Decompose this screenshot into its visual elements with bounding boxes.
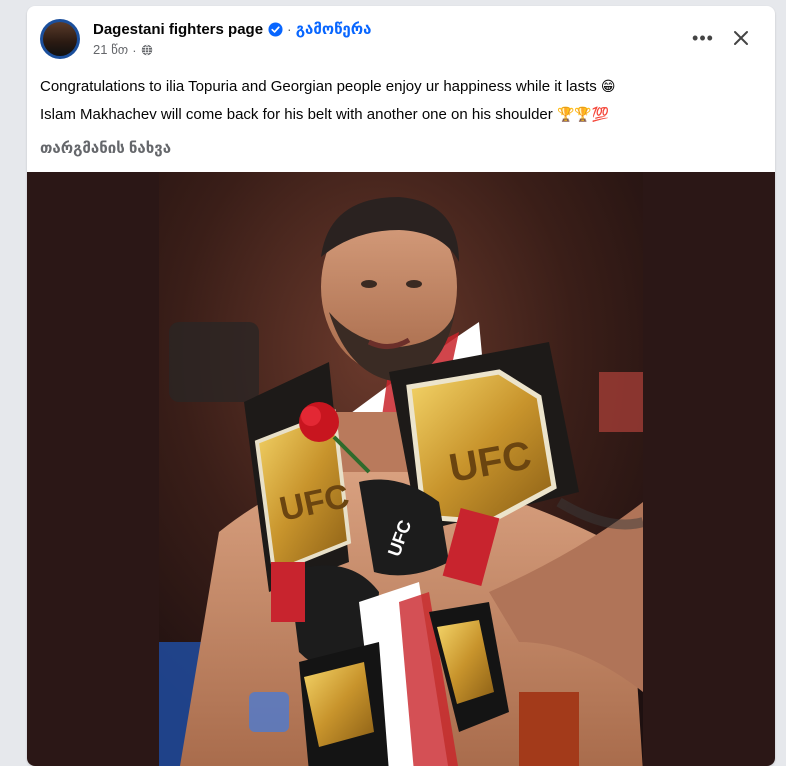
- trophy-emoji: 🏆🏆💯: [556, 107, 610, 123]
- post-header: Dagestani fighters page · გამოწერა 21 წთ…: [27, 6, 775, 68]
- more-options-button[interactable]: •••: [685, 24, 721, 52]
- page-avatar[interactable]: [40, 19, 80, 59]
- more-options-icon: •••: [692, 27, 714, 48]
- close-button[interactable]: [723, 22, 759, 54]
- meta-separator: ·: [132, 42, 137, 58]
- globe-icon: [141, 44, 152, 56]
- post-line-2: Islam Makhachev will come back for his b…: [40, 101, 760, 129]
- post-media[interactable]: UFC UFC UFC: [27, 172, 775, 766]
- post-message: Congratulations to ilia Topuria and Geor…: [40, 73, 760, 129]
- post-card: Dagestani fighters page · გამოწერა 21 წთ…: [27, 6, 775, 766]
- verified-badge-icon: [268, 21, 283, 37]
- fighter-with-belts-image: UFC UFC UFC: [159, 172, 643, 766]
- page-name[interactable]: Dagestani fighters page: [93, 21, 263, 38]
- post-line-1: Congratulations to ilia Topuria and Geor…: [40, 73, 760, 101]
- post-photo[interactable]: UFC UFC UFC: [159, 172, 643, 766]
- see-translation-link[interactable]: თარგმანის ნახვა: [40, 139, 171, 157]
- post-timestamp[interactable]: 21 წთ: [93, 42, 128, 58]
- header-separator: ·: [287, 21, 292, 37]
- grin-emoji: 😁: [600, 79, 616, 95]
- close-icon: [734, 31, 748, 45]
- follow-button[interactable]: გამოწერა: [296, 20, 372, 38]
- post-line-2-text: Islam Makhachev will come back for his b…: [40, 106, 553, 123]
- post-line-1-text: Congratulations to ilia Topuria and Geor…: [40, 78, 597, 95]
- post-author-row: Dagestani fighters page · გამოწერა: [93, 20, 372, 39]
- post-meta: 21 წთ ·: [93, 42, 153, 58]
- avatar-image: [43, 22, 77, 56]
